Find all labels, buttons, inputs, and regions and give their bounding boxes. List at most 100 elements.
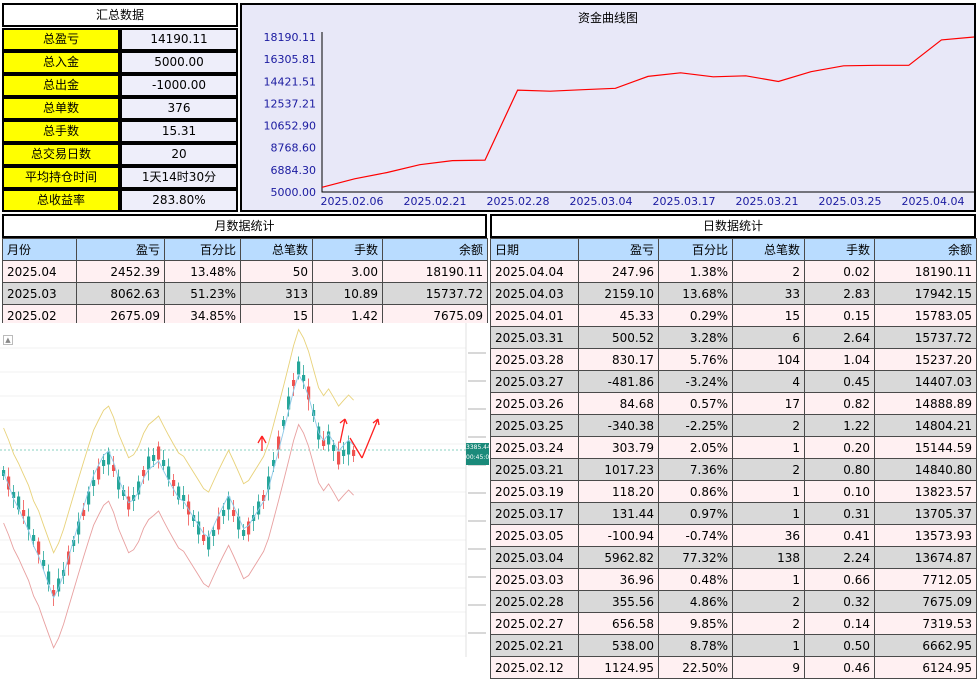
daily-cell: 2025.03.05 xyxy=(490,524,579,547)
daily-cell: 0.66 xyxy=(804,568,875,591)
daily-cell: 13573.93 xyxy=(874,524,977,547)
daily-cell: 0.10 xyxy=(804,480,875,503)
daily-cell: 18190.11 xyxy=(874,260,977,283)
table-row[interactable]: 2025.02.12 1124.95 22.50% 9 0.46 6124.95 xyxy=(490,656,977,679)
table-row[interactable]: 2025.03.25 -340.38 -2.25% 2 1.22 14804.21 xyxy=(490,414,977,437)
monthly-column-header[interactable]: 盈亏 xyxy=(76,238,165,261)
table-row[interactable]: 2025.03.31 500.52 3.28% 6 2.64 15737.72 xyxy=(490,326,977,349)
monthly-cell: 8062.63 xyxy=(76,282,165,305)
table-row[interactable]: 2025.04.04 247.96 1.38% 2 0.02 18190.11 xyxy=(490,260,977,283)
monthly-cell: 51.23% xyxy=(164,282,241,305)
daily-cell: 2 xyxy=(732,260,805,283)
table-row[interactable]: 2025.03.27 -481.86 -3.24% 4 0.45 14407.03 xyxy=(490,370,977,393)
daily-cell: 0.50 xyxy=(804,634,875,657)
daily-cell: 0.15 xyxy=(804,304,875,327)
monthly-column-header[interactable]: 余额 xyxy=(382,238,488,261)
equity-y-tick-label: 8768.60 xyxy=(271,142,317,155)
summary-label: 总入金 xyxy=(2,51,120,74)
candle-body xyxy=(37,541,41,555)
upper-band-line xyxy=(3,328,354,554)
table-row[interactable]: 2025.03.19 118.20 0.86% 1 0.10 13823.57 xyxy=(490,480,977,503)
daily-cell: 2025.03.04 xyxy=(490,546,579,569)
daily-cell: 13.68% xyxy=(658,282,733,305)
equity-y-tick-label: 14421.51 xyxy=(264,75,317,88)
table-row[interactable]: 2025.03.24 303.79 2.05% 1 0.20 15144.59 xyxy=(490,436,977,459)
monthly-cell: 2025.04 xyxy=(2,260,77,283)
table-row[interactable]: 2025.03.03 36.96 0.48% 1 0.66 7712.05 xyxy=(490,568,977,591)
daily-cell: 22.50% xyxy=(658,656,733,679)
daily-cell: 131.44 xyxy=(578,502,659,525)
monthly-column-header[interactable]: 总笔数 xyxy=(240,238,313,261)
table-row[interactable]: 2025.04.01 45.33 0.29% 15 0.15 15783.05 xyxy=(490,304,977,327)
monthly-column-header[interactable]: 手数 xyxy=(312,238,383,261)
daily-cell: 84.68 xyxy=(578,392,659,415)
table-row[interactable]: 2025.02.21 538.00 8.78% 1 0.50 6662.95 xyxy=(490,634,977,657)
equity-x-tick-label: 2025.02.21 xyxy=(404,195,467,208)
daily-column-header[interactable]: 余额 xyxy=(874,238,977,261)
daily-column-header[interactable]: 日期 xyxy=(490,238,579,261)
daily-cell: 1.04 xyxy=(804,348,875,371)
daily-cell: 13674.87 xyxy=(874,546,977,569)
daily-cell: 0.80 xyxy=(804,458,875,481)
daily-cell: 13823.57 xyxy=(874,480,977,503)
daily-cell: 2025.02.12 xyxy=(490,656,579,679)
summary-value: 283.80% xyxy=(120,189,238,212)
daily-cell: 2025.04.03 xyxy=(490,282,579,305)
table-row[interactable]: 2025.03 8062.63 51.23% 313 10.89 15737.72 xyxy=(2,282,488,305)
daily-column-header[interactable]: 总笔数 xyxy=(732,238,805,261)
daily-cell: 247.96 xyxy=(578,260,659,283)
daily-cell: 0.20 xyxy=(804,436,875,459)
table-row[interactable]: 2025.03.05 -100.94 -0.74% 36 0.41 13573.93 xyxy=(490,524,977,547)
monthly-table: 月份 盈亏 百分比 总笔数 手数 余额 2025.04 2452.39 13.48% 50 3.0… xyxy=(2,238,488,327)
daily-cell: 1.22 xyxy=(804,414,875,437)
daily-cell: 6 xyxy=(732,326,805,349)
table-row[interactable]: 2025.03.21 1017.23 7.36% 2 0.80 14840.80 xyxy=(490,458,977,481)
candle-body xyxy=(42,560,46,566)
monthly-column-header[interactable]: 月份 xyxy=(2,238,77,261)
daily-cell: 5.76% xyxy=(658,348,733,371)
price-chart-overlay[interactable]: ▲ 3385.44 00:45:09 xyxy=(0,323,489,657)
table-row[interactable]: 2025.02.28 355.56 4.86% 2 0.32 7675.09 xyxy=(490,590,977,613)
summary-row: 总手数 15.31 xyxy=(2,120,238,143)
summary-value: 5000.00 xyxy=(120,51,238,74)
monthly-cell: 13.48% xyxy=(164,260,241,283)
daily-cell: 7712.05 xyxy=(874,568,977,591)
monthly-column-header[interactable]: 百分比 xyxy=(164,238,241,261)
daily-cell: 0.46 xyxy=(804,656,875,679)
equity-axes xyxy=(321,32,974,193)
table-row[interactable]: 2025.03.04 5962.82 77.32% 138 2.24 13674.87 xyxy=(490,546,977,569)
table-row[interactable]: 2025.04.03 2159.10 13.68% 33 2.83 17942.15 xyxy=(490,282,977,305)
daily-cell: 5962.82 xyxy=(578,546,659,569)
daily-cell: 2025.03.24 xyxy=(490,436,579,459)
daily-cell: 15 xyxy=(732,304,805,327)
daily-column-header[interactable]: 百分比 xyxy=(658,238,733,261)
table-row[interactable]: 2025.03.28 830.17 5.76% 104 1.04 15237.20 xyxy=(490,348,977,371)
table-row[interactable]: 2025.03.26 84.68 0.57% 17 0.82 14888.89 xyxy=(490,392,977,415)
daily-cell: 1124.95 xyxy=(578,656,659,679)
daily-cell: 2025.03.26 xyxy=(490,392,579,415)
summary-panel-title: 汇总数据 xyxy=(2,3,238,27)
equity-y-tick-label: 5000.00 xyxy=(271,186,317,199)
daily-cell: 104 xyxy=(732,348,805,371)
daily-cell: 17 xyxy=(732,392,805,415)
price-label-time: 00:45:09 xyxy=(466,454,489,461)
table-row[interactable]: 2025.02.27 656.58 9.85% 2 0.14 7319.53 xyxy=(490,612,977,635)
daily-cell: 3.28% xyxy=(658,326,733,349)
candle-body xyxy=(297,361,301,375)
daily-cell: 2025.03.28 xyxy=(490,348,579,371)
daily-cell: 2025.03.31 xyxy=(490,326,579,349)
daily-cell: 2025.02.21 xyxy=(490,634,579,657)
table-row[interactable]: 2025.03.17 131.44 0.97% 1 0.31 13705.37 xyxy=(490,502,977,525)
daily-cell: 9 xyxy=(732,656,805,679)
daily-column-header[interactable]: 手数 xyxy=(804,238,875,261)
table-row[interactable]: 2025.04 2452.39 13.48% 50 3.00 18190.11 xyxy=(2,260,488,283)
daily-cell: 2 xyxy=(732,590,805,613)
candle-body xyxy=(207,536,211,550)
daily-cell: 77.32% xyxy=(658,546,733,569)
daily-cell: 1017.23 xyxy=(578,458,659,481)
candle-body xyxy=(102,460,106,466)
daily-column-header[interactable]: 盈亏 xyxy=(578,238,659,261)
daily-cell: 2.05% xyxy=(658,436,733,459)
daily-cell: 2025.03.17 xyxy=(490,502,579,525)
daily-cell: 656.58 xyxy=(578,612,659,635)
